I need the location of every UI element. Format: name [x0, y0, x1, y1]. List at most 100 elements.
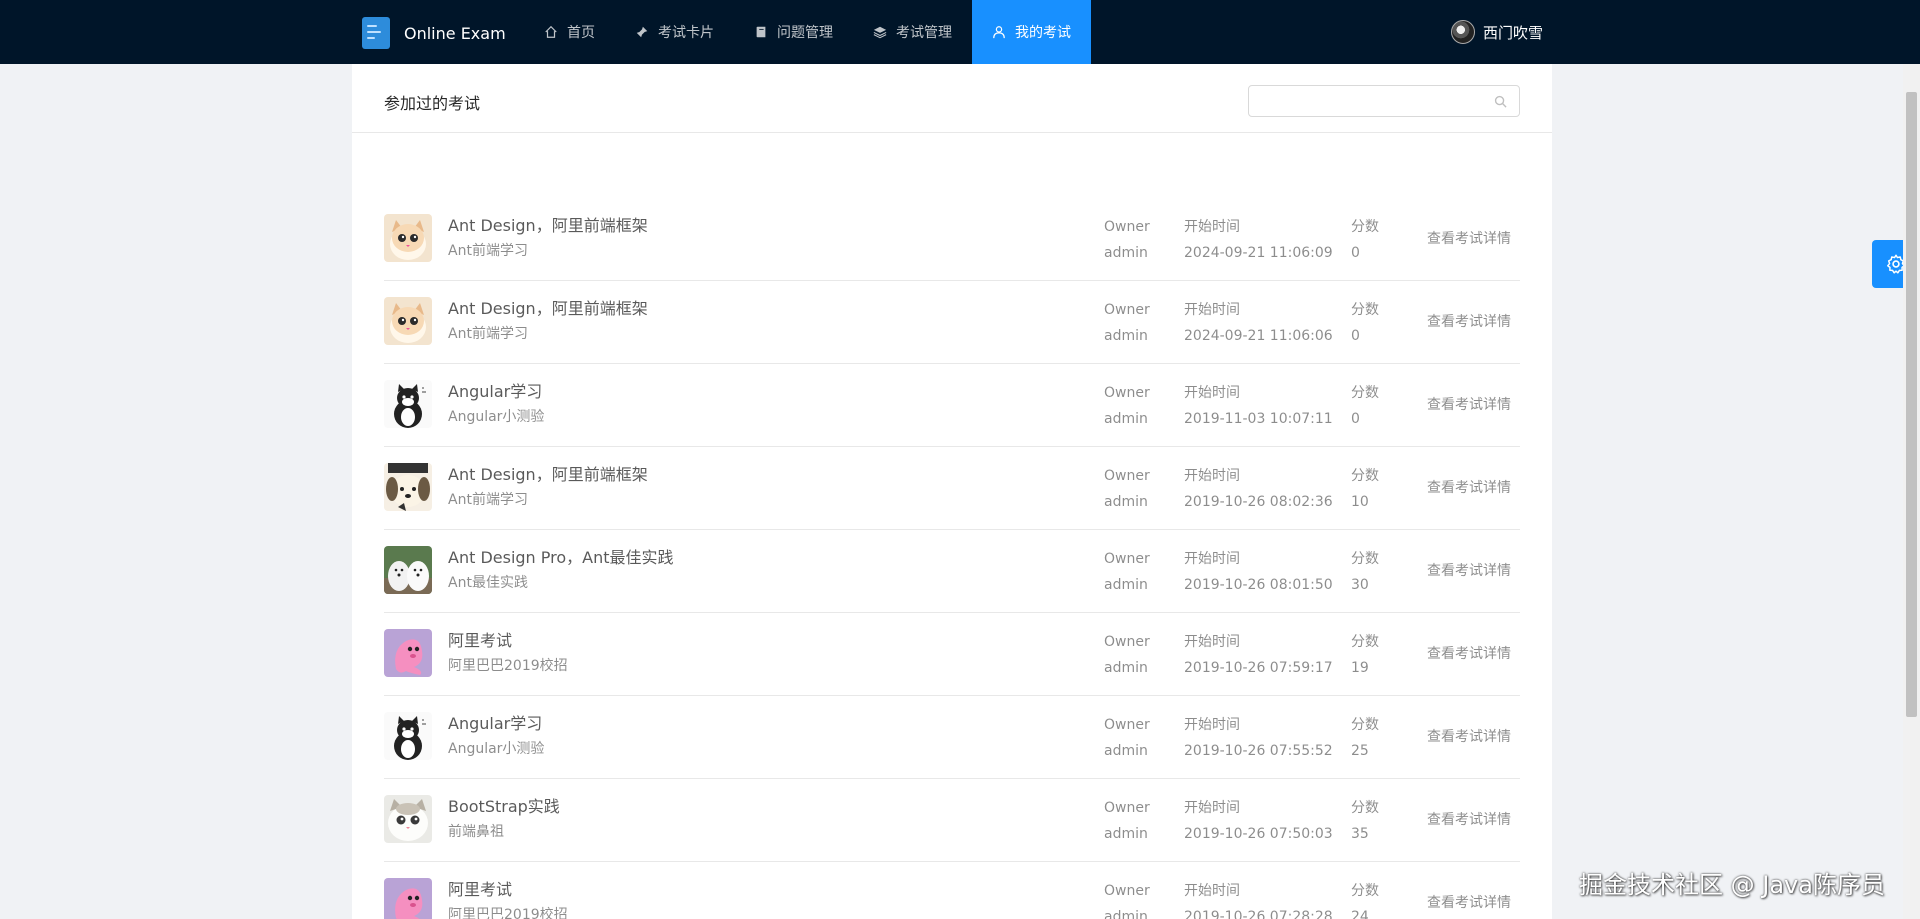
app-title: Online Exam	[404, 23, 506, 43]
exam-title: BootStrap实践	[448, 797, 560, 816]
start-time-label: 开始时间	[1184, 385, 1240, 401]
view-exam-detail-link[interactable]: 查看考试详情	[1427, 892, 1511, 912]
exam-title: 阿里考试	[448, 631, 513, 650]
nav-item-question-manage[interactable]: 问题管理	[734, 0, 853, 64]
logo[interactable]: Online Exam	[362, 17, 506, 49]
start-time-value: 2019-10-26 08:01:50	[1184, 577, 1333, 593]
start-time-column: 开始时间 2019-11-03 10:07:11	[1184, 380, 1333, 432]
exam-title: 阿里考试	[448, 880, 513, 899]
grey-cat-icon	[384, 795, 432, 843]
exam-row: Ant Design Pro，Ant最佳实践 Ant最佳实践 Owner adm…	[384, 530, 1520, 613]
search-input[interactable]	[1249, 86, 1479, 116]
exam-title: Ant Design Pro，Ant最佳实践	[448, 548, 674, 567]
owner-label: Owner	[1104, 385, 1150, 401]
logo-icon	[362, 17, 390, 49]
owner-value: admin	[1104, 660, 1148, 676]
exam-description: Ant前端学习	[448, 326, 528, 342]
samoyed-icon	[384, 546, 432, 594]
exam-row: Ant Design，阿里前端框架 Ant前端学习 Owner admin 开始…	[384, 281, 1520, 364]
owner-column: Owner admin	[1104, 380, 1150, 432]
view-exam-detail-link[interactable]: 查看考试详情	[1427, 477, 1511, 497]
owner-label: Owner	[1104, 551, 1150, 567]
score-value: 0	[1351, 328, 1360, 344]
search-box	[1248, 85, 1520, 117]
exam-row: Angular学习 Angular小测验 Owner admin 开始时间 20…	[384, 696, 1520, 779]
score-value: 25	[1351, 743, 1369, 759]
start-time-label: 开始时间	[1184, 219, 1240, 235]
main-nav: 首页 考试卡片 问题管理 考试管理 我的考试	[524, 0, 1091, 64]
owner-label: Owner	[1104, 302, 1150, 318]
exam-row: Ant Design，阿里前端框架 Ant前端学习 Owner admin 开始…	[384, 198, 1520, 281]
owner-value: admin	[1104, 328, 1148, 344]
start-time-value: 2019-10-26 07:50:03	[1184, 826, 1333, 842]
start-time-label: 开始时间	[1184, 883, 1240, 899]
owner-column: Owner admin	[1104, 463, 1150, 515]
exam-list: Ant Design，阿里前端框架 Ant前端学习 Owner admin 开始…	[384, 198, 1520, 919]
exam-description: 前端鼻祖	[448, 824, 504, 840]
start-time-column: 开始时间 2024-09-21 11:06:09	[1184, 214, 1333, 266]
view-exam-detail-link[interactable]: 查看考试详情	[1427, 560, 1511, 580]
owner-value: admin	[1104, 494, 1148, 510]
start-time-label: 开始时间	[1184, 302, 1240, 318]
start-time-label: 开始时间	[1184, 551, 1240, 567]
card-title: 参加过的考试	[384, 94, 481, 113]
exam-title: Ant Design，阿里前端框架	[448, 465, 648, 484]
owner-label: Owner	[1104, 883, 1150, 899]
view-exam-detail-link[interactable]: 查看考试详情	[1427, 228, 1511, 248]
score-column: 分数 0	[1351, 214, 1379, 266]
pink-ghost-icon	[384, 878, 432, 919]
exam-title: Ant Design，阿里前端框架	[448, 216, 648, 235]
score-label: 分数	[1351, 385, 1379, 401]
nav-label: 考试卡片	[658, 25, 714, 41]
view-exam-detail-link[interactable]: 查看考试详情	[1427, 394, 1511, 414]
dog-icon	[384, 463, 432, 511]
exam-row: 阿里考试 阿里巴巴2019校招 Owner admin 开始时间 2019-10…	[384, 862, 1520, 919]
exam-description: Angular小测验	[448, 741, 545, 757]
exam-description: 阿里巴巴2019校招	[448, 658, 568, 674]
score-column: 分数 24	[1351, 878, 1379, 919]
owner-column: Owner admin	[1104, 712, 1150, 764]
user-menu[interactable]: 西门吹雪	[1451, 20, 1543, 44]
owner-label: Owner	[1104, 634, 1150, 650]
view-exam-detail-link[interactable]: 查看考试详情	[1427, 311, 1511, 331]
score-column: 分数 35	[1351, 795, 1379, 847]
owner-column: Owner admin	[1104, 297, 1150, 349]
score-value: 0	[1351, 245, 1360, 261]
owner-value: admin	[1104, 577, 1148, 593]
score-label: 分数	[1351, 219, 1379, 235]
view-exam-detail-link[interactable]: 查看考试详情	[1427, 643, 1511, 663]
nav-item-exam-cards[interactable]: 考试卡片	[615, 0, 734, 64]
start-time-label: 开始时间	[1184, 800, 1240, 816]
black-cat-icon	[384, 380, 432, 428]
nav-item-my-exams[interactable]: 我的考试	[972, 0, 1091, 64]
view-exam-detail-link[interactable]: 查看考试详情	[1427, 809, 1511, 829]
watermark: 掘金技术社区 @ Java陈序员	[1579, 871, 1885, 899]
start-time-value: 2024-09-21 11:06:06	[1184, 328, 1333, 344]
score-column: 分数 10	[1351, 463, 1379, 515]
owner-label: Owner	[1104, 800, 1150, 816]
start-time-column: 开始时间 2019-10-26 07:55:52	[1184, 712, 1333, 764]
owner-label: Owner	[1104, 468, 1150, 484]
exam-description: 阿里巴巴2019校招	[448, 907, 568, 919]
cat-icon	[384, 297, 432, 345]
exam-description: Ant前端学习	[448, 243, 528, 259]
score-value: 24	[1351, 909, 1369, 919]
start-time-column: 开始时间 2019-10-26 08:02:36	[1184, 463, 1333, 515]
score-label: 分数	[1351, 551, 1379, 567]
nav-item-home[interactable]: 首页	[524, 0, 615, 64]
pushpin-icon	[635, 25, 649, 39]
start-time-column: 开始时间 2019-10-26 07:59:17	[1184, 629, 1333, 681]
start-time-label: 开始时间	[1184, 468, 1240, 484]
pink-ghost-icon	[384, 629, 432, 677]
start-time-column: 开始时间 2024-09-21 11:06:06	[1184, 297, 1333, 349]
start-time-column: 开始时间 2019-10-26 07:50:03	[1184, 795, 1333, 847]
score-label: 分数	[1351, 717, 1379, 733]
scrollbar-thumb[interactable]	[1906, 92, 1917, 717]
search-icon[interactable]	[1494, 95, 1507, 108]
view-exam-detail-link[interactable]: 查看考试详情	[1427, 726, 1511, 746]
nav-item-exam-manage[interactable]: 考试管理	[853, 0, 972, 64]
score-value: 35	[1351, 826, 1369, 842]
owner-value: admin	[1104, 411, 1148, 427]
exam-row: Angular学习 Angular小测验 Owner admin 开始时间 20…	[384, 364, 1520, 447]
owner-value: admin	[1104, 245, 1148, 261]
